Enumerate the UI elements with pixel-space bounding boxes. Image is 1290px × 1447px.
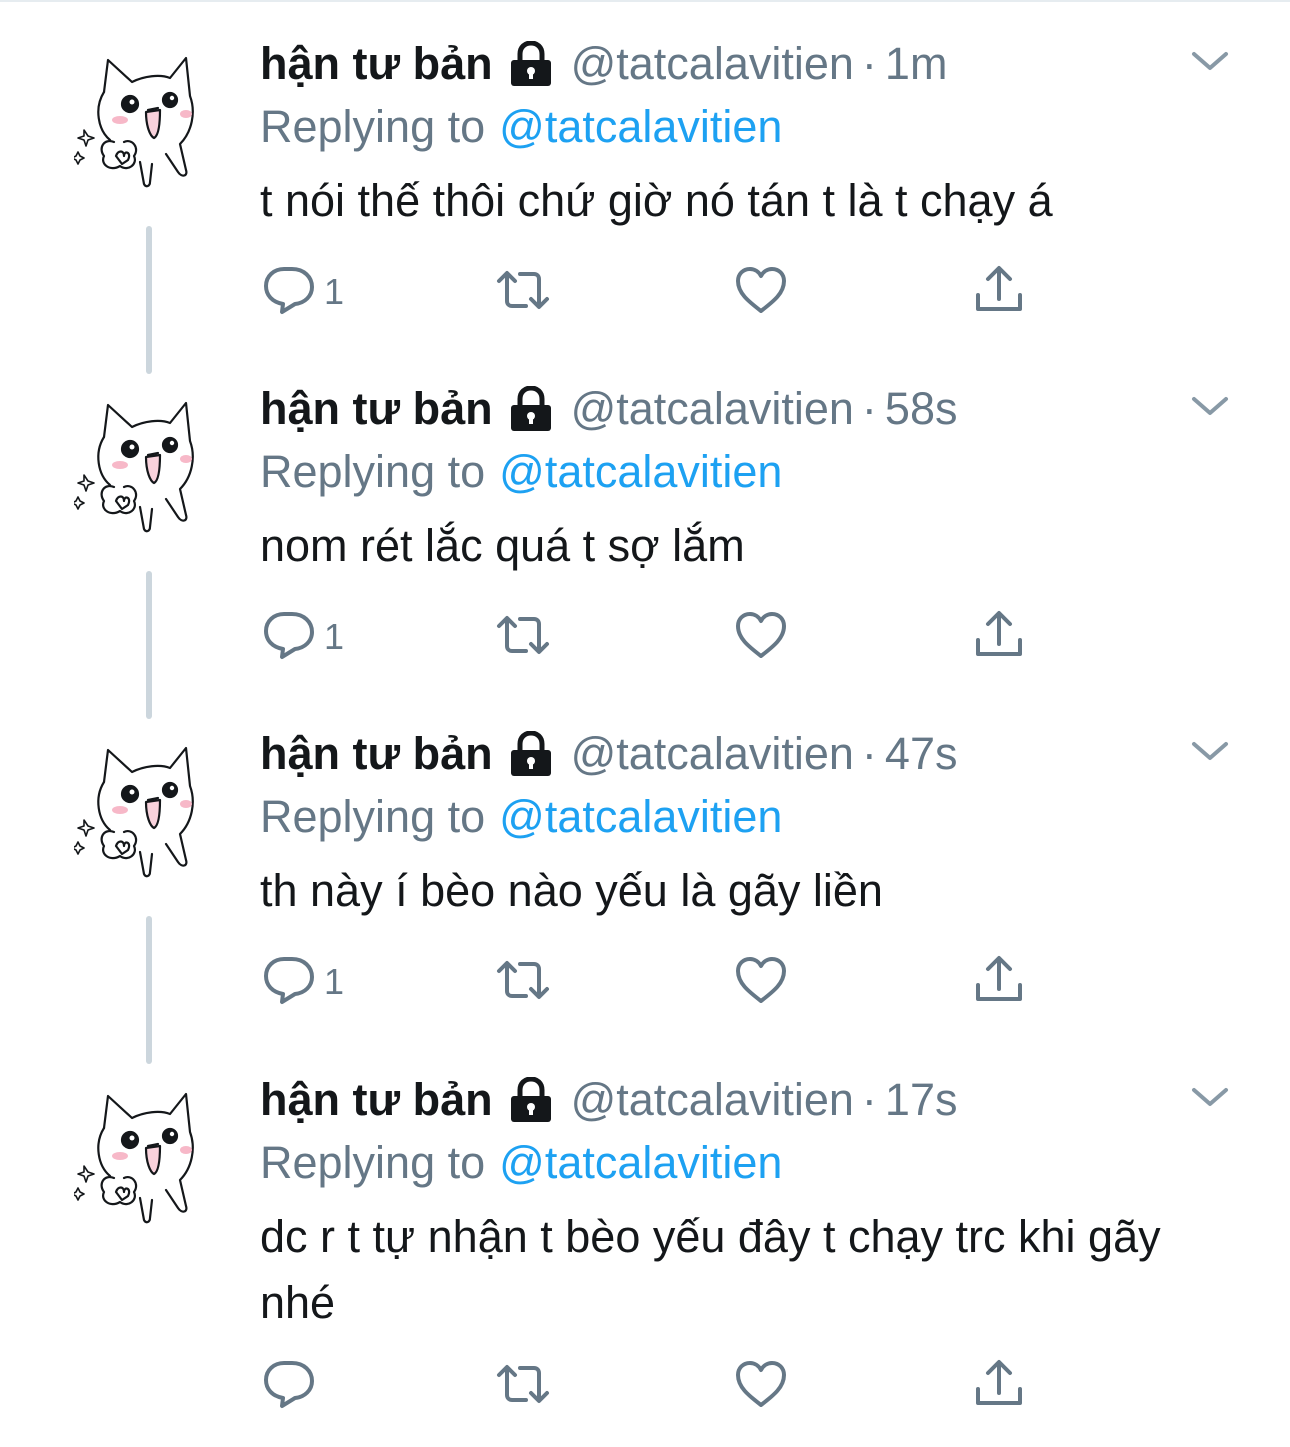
replying-to-handle[interactable]: @tatcalavitien [499,101,782,153]
thread-connector [146,571,152,719]
speech-bubble-icon [262,265,316,320]
tweet-actions: 1 [260,607,1230,677]
reply-count: 1 [324,616,345,657]
handle[interactable]: @tatcalavitien [571,1074,854,1126]
retweet-icon [496,1359,550,1414]
tweet-thread: hận tư bản @tatcalavitien · 1m Replying … [0,0,1290,1447]
reply-button[interactable]: 1 [262,607,344,667]
lock-icon [507,730,555,777]
reply-button[interactable] [262,1356,324,1416]
replying-to: Replying to @tatcalavitien [260,94,1230,160]
like-button[interactable] [734,607,788,667]
heart-icon [734,955,788,1010]
tweet-text: nom rét lắc quá t sợ lắm [260,520,745,571]
speech-bubble-icon [262,955,316,1010]
timestamp[interactable]: 58s [885,383,958,435]
share-icon [972,610,1026,665]
replying-label: Replying to [260,101,486,152]
timestamp[interactable]: 1m [885,38,948,90]
reply-count: 1 [324,271,345,312]
retweet-button[interactable] [496,1356,550,1416]
share-icon [972,265,1026,320]
display-name[interactable]: hận tư bản [260,1074,493,1126]
handle[interactable]: @tatcalavitien [571,728,854,780]
lock-icon [507,40,555,87]
speech-bubble-icon [262,1359,316,1414]
separator: · [861,383,877,434]
share-icon [972,1359,1026,1414]
thread-connector [146,916,152,1064]
tweet-text: dc r t tự nhận t bèo yếu đây t chạy trc … [260,1211,1161,1328]
chevron-down-icon[interactable] [1190,393,1230,421]
share-button[interactable] [972,952,1026,1012]
share-button[interactable] [972,607,1026,667]
separator: · [861,38,877,89]
display-name[interactable]: hận tư bản [260,728,493,780]
replying-to: Replying to @tatcalavitien [260,439,1230,505]
retweet-button[interactable] [496,952,550,1012]
timestamp[interactable]: 17s [885,1074,958,1126]
reply-count: 1 [324,961,345,1002]
retweet-button[interactable] [496,262,550,322]
like-button[interactable] [734,1356,788,1416]
avatar[interactable] [71,1088,194,1228]
tweet-actions: 1 [260,262,1230,332]
replying-to-handle[interactable]: @tatcalavitien [499,791,782,843]
chevron-down-icon[interactable] [1190,48,1230,76]
avatar[interactable] [71,397,194,537]
replying-to: Replying to @tatcalavitien [260,784,1230,850]
reply-button[interactable]: 1 [262,262,344,322]
retweet-button[interactable] [496,607,550,667]
thread-connector [146,226,152,374]
separator: · [861,1074,877,1125]
avatar[interactable] [71,52,194,192]
tweet-actions [260,1356,1230,1426]
replying-label: Replying to [260,1137,486,1188]
heart-icon [734,1359,788,1414]
chevron-down-icon[interactable] [1190,738,1230,766]
tweet-actions: 1 [260,952,1230,1022]
replying-label: Replying to [260,791,486,842]
speech-bubble-icon [262,610,316,665]
tweet-text: t nói thế thôi chứ giờ nó tán t là t chạ… [260,175,1053,226]
timestamp[interactable]: 47s [885,728,958,780]
share-button[interactable] [972,262,1026,322]
avatar[interactable] [71,742,194,882]
display-name[interactable]: hận tư bản [260,383,493,435]
like-button[interactable] [734,952,788,1012]
separator: · [861,728,877,779]
handle[interactable]: @tatcalavitien [571,383,854,435]
replying-label: Replying to [260,446,486,497]
retweet-icon [496,265,550,320]
replying-to-handle[interactable]: @tatcalavitien [499,1137,782,1189]
lock-icon [507,385,555,432]
share-icon [972,955,1026,1010]
display-name[interactable]: hận tư bản [260,38,493,90]
retweet-icon [496,610,550,665]
lock-icon [507,1076,555,1123]
tweet-text: th này í bèo nào yếu là gãy liền [260,865,883,916]
chevron-down-icon[interactable] [1190,1084,1230,1112]
share-button[interactable] [972,1356,1026,1416]
retweet-icon [496,955,550,1010]
like-button[interactable] [734,262,788,322]
reply-button[interactable]: 1 [262,952,344,1012]
handle[interactable]: @tatcalavitien [571,38,854,90]
heart-icon [734,610,788,665]
replying-to: Replying to @tatcalavitien [260,1130,1230,1196]
replying-to-handle[interactable]: @tatcalavitien [499,446,782,498]
heart-icon [734,265,788,320]
